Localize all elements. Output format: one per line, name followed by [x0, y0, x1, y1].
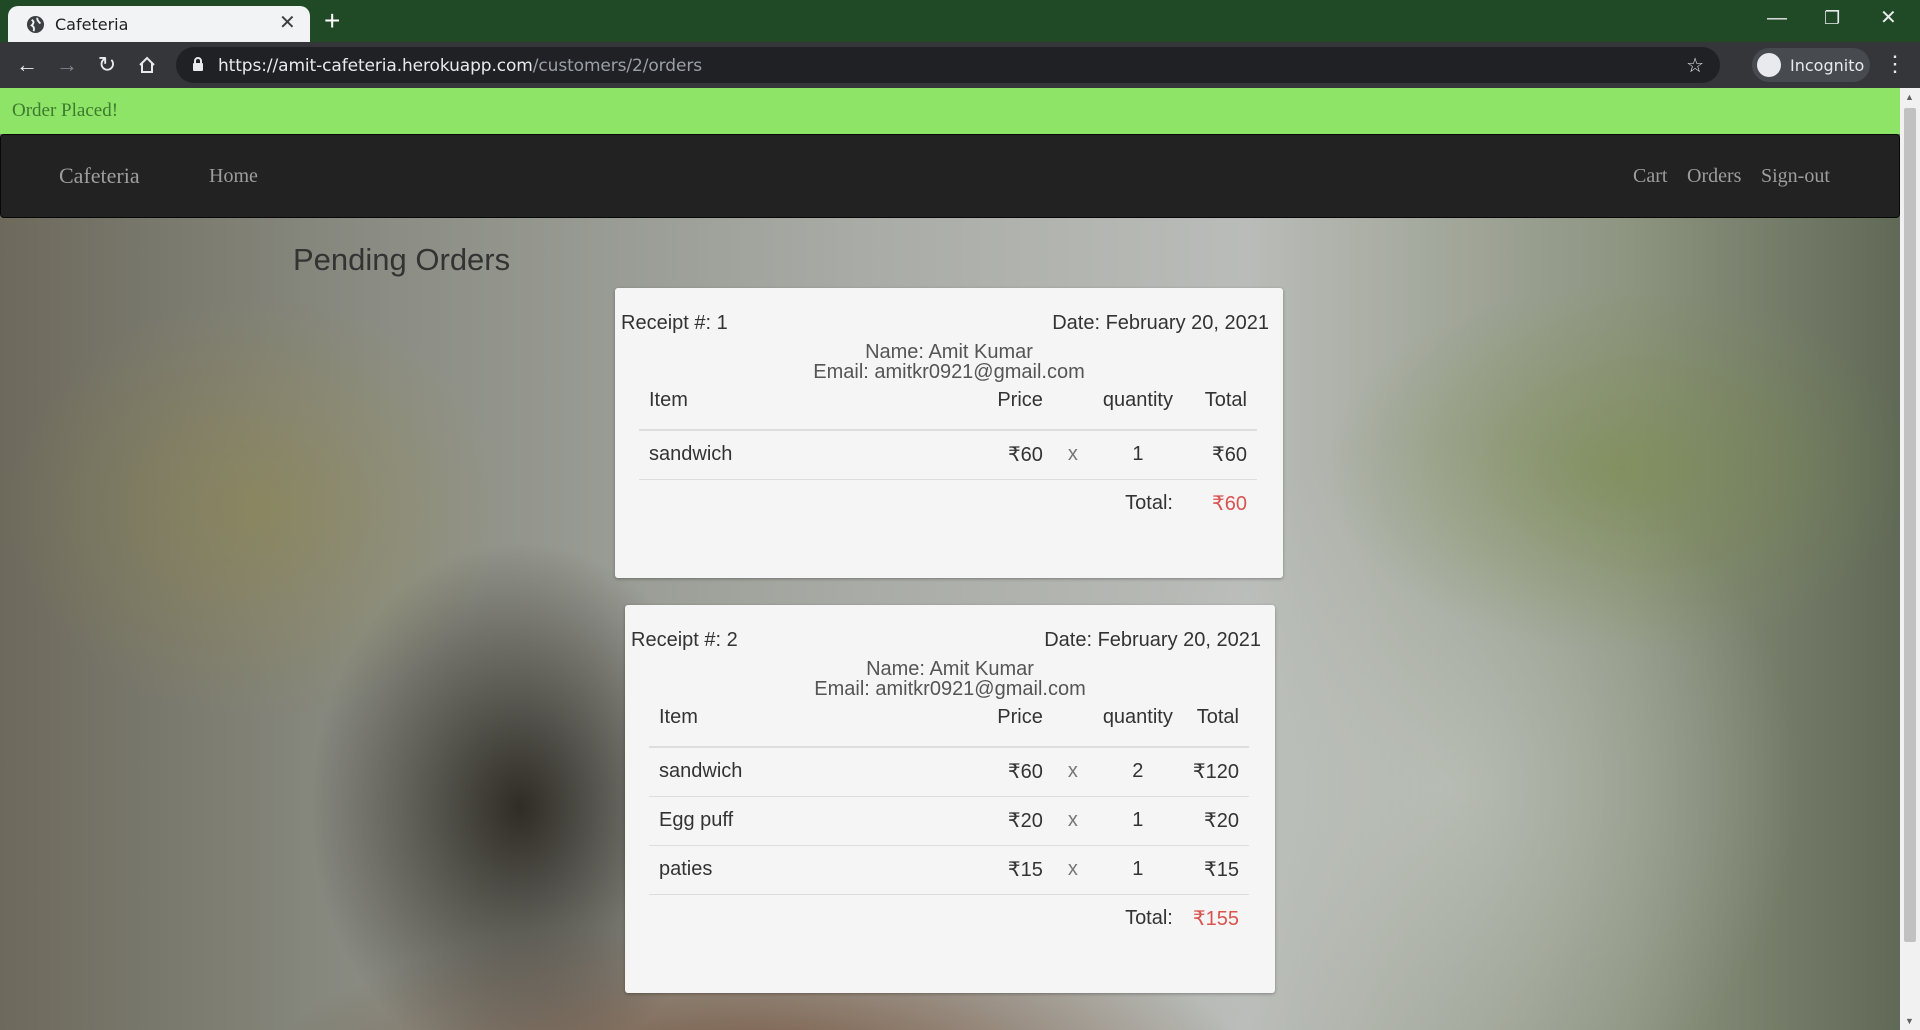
- item-quantity: 1: [1092, 796, 1183, 846]
- window-close-icon[interactable]: ✕: [1880, 4, 1897, 32]
- total-label: Total:: [1125, 492, 1173, 515]
- site-navbar: Cafeteria Home Cart Orders Sign-out: [0, 134, 1900, 218]
- item-quantity: 2: [1092, 747, 1183, 797]
- customer-info: Name: Amit Kumar Email: amitkr0921@gmail…: [625, 659, 1275, 699]
- scrollbar-thumb[interactable]: [1904, 108, 1916, 942]
- incognito-icon: [1757, 53, 1781, 77]
- nav-cart-link[interactable]: Cart: [1633, 165, 1667, 188]
- incognito-label: Incognito: [1790, 56, 1865, 75]
- table-row: sandwich ₹60 x 2 ₹120: [649, 747, 1249, 797]
- address-bar[interactable]: https://amit-cafeteria.herokuapp.com/cus…: [176, 47, 1720, 83]
- col-quantity-header: quantity: [1092, 386, 1183, 431]
- page-viewport: Order Placed! Cafeteria Home Cart Orders…: [0, 88, 1920, 1030]
- browser-tab[interactable]: Cafeteria ✕: [8, 6, 310, 42]
- home-icon[interactable]: [133, 51, 161, 79]
- item-total: ₹120: [1182, 747, 1249, 797]
- item-price: ₹60: [978, 747, 1053, 797]
- col-total-header: Total: [1182, 386, 1257, 431]
- col-price-header: Price: [978, 386, 1053, 431]
- forward-arrow-icon[interactable]: →: [53, 51, 81, 79]
- order-items-table: Item Price quantity Total sandwich ₹60 x…: [639, 386, 1257, 528]
- new-tab-plus-icon[interactable]: +: [324, 5, 340, 37]
- total-row: Total: ₹60: [639, 479, 1257, 528]
- bookmark-star-icon[interactable]: ☆: [1686, 53, 1704, 78]
- minimize-icon[interactable]: —: [1767, 4, 1787, 32]
- reload-icon[interactable]: ↻: [93, 51, 121, 79]
- multiply-sign: x: [1052, 430, 1093, 480]
- receipt-date: Date: February 20, 2021: [1044, 629, 1261, 651]
- page-title: Pending Orders: [293, 242, 511, 277]
- multiply-sign: x: [1052, 747, 1093, 797]
- order-items-table: Item Price quantity Total sandwich ₹60 x…: [649, 703, 1249, 943]
- col-price-header: Price: [978, 703, 1053, 748]
- receipt-card: Receipt #: 1 Date: February 20, 2021 Nam…: [615, 288, 1283, 578]
- item-name: sandwich: [639, 430, 979, 480]
- restore-icon[interactable]: ❐: [1824, 4, 1840, 32]
- browser-toolbar: ← → ↻ https://amit-cafeteria.herokuapp.c…: [0, 42, 1920, 88]
- customer-email: Email: amitkr0921@gmail.com: [814, 678, 1086, 700]
- close-tab-icon[interactable]: ✕: [279, 13, 296, 33]
- grand-total: ₹155: [1192, 908, 1239, 931]
- browser-tab-strip: Cafeteria ✕ + — ❐ ✕: [0, 0, 1920, 42]
- table-row: Egg puff ₹20 x 1 ₹20: [649, 796, 1249, 846]
- item-total: ₹15: [1182, 845, 1249, 895]
- table-row: sandwich ₹60 x 1 ₹60: [639, 430, 1257, 480]
- col-multiply-header: [1052, 386, 1093, 431]
- flash-message: Order Placed!: [12, 100, 119, 121]
- item-name: paties: [649, 845, 979, 895]
- tab-title: Cafeteria: [55, 15, 129, 34]
- more-menu-icon[interactable]: ⋮: [1884, 51, 1906, 77]
- customer-email: Email: amitkr0921@gmail.com: [813, 361, 1085, 383]
- col-multiply-header: [1052, 703, 1093, 748]
- customer-info: Name: Amit Kumar Email: amitkr0921@gmail…: [615, 342, 1283, 382]
- grand-total: ₹60: [1212, 493, 1247, 516]
- item-quantity: 1: [1092, 430, 1183, 480]
- table-header-row: Item Price quantity Total: [649, 703, 1249, 748]
- multiply-sign: x: [1052, 796, 1093, 846]
- col-item-header: Item: [649, 703, 979, 748]
- col-total-header: Total: [1182, 703, 1249, 748]
- total-label: Total:: [1125, 907, 1173, 930]
- nav-signout-link[interactable]: Sign-out: [1761, 165, 1830, 188]
- item-total: ₹60: [1182, 430, 1257, 480]
- lock-icon: [193, 57, 203, 71]
- item-name: Egg puff: [649, 796, 979, 846]
- item-price: ₹15: [978, 845, 1053, 895]
- back-arrow-icon[interactable]: ←: [13, 51, 41, 79]
- scroll-up-arrow-icon[interactable]: ▲: [1905, 92, 1914, 102]
- table-row: paties ₹15 x 1 ₹15: [649, 845, 1249, 895]
- flash-notice: Order Placed!: [0, 88, 1900, 134]
- customer-name: Name: Amit Kumar: [865, 341, 1033, 363]
- receipt-date: Date: February 20, 2021: [1052, 312, 1269, 334]
- customer-name: Name: Amit Kumar: [866, 658, 1034, 680]
- item-name: sandwich: [649, 747, 979, 797]
- item-total: ₹20: [1182, 796, 1249, 846]
- url-text: https://amit-cafeteria.herokuapp.com/cus…: [218, 56, 702, 76]
- scroll-down-arrow-icon[interactable]: ▼: [1905, 1016, 1914, 1026]
- page-scrollbar[interactable]: ▲ ▼: [1900, 88, 1920, 1030]
- receipt-number: Receipt #: 1: [621, 312, 728, 334]
- item-price: ₹20: [978, 796, 1053, 846]
- multiply-sign: x: [1052, 845, 1093, 895]
- globe-icon: [26, 15, 45, 34]
- nav-orders-link[interactable]: Orders: [1687, 165, 1741, 188]
- col-item-header: Item: [639, 386, 979, 431]
- item-price: ₹60: [978, 430, 1053, 480]
- incognito-badge[interactable]: Incognito: [1752, 48, 1870, 82]
- table-header-row: Item Price quantity Total: [639, 386, 1257, 431]
- receipt-card: Receipt #: 2 Date: February 20, 2021 Nam…: [625, 605, 1275, 993]
- total-row: Total: ₹155: [649, 894, 1249, 943]
- item-quantity: 1: [1092, 845, 1183, 895]
- col-quantity-header: quantity: [1092, 703, 1183, 748]
- receipt-number: Receipt #: 2: [631, 629, 738, 651]
- nav-home-link[interactable]: Home: [209, 165, 258, 188]
- brand-link[interactable]: Cafeteria: [59, 163, 140, 189]
